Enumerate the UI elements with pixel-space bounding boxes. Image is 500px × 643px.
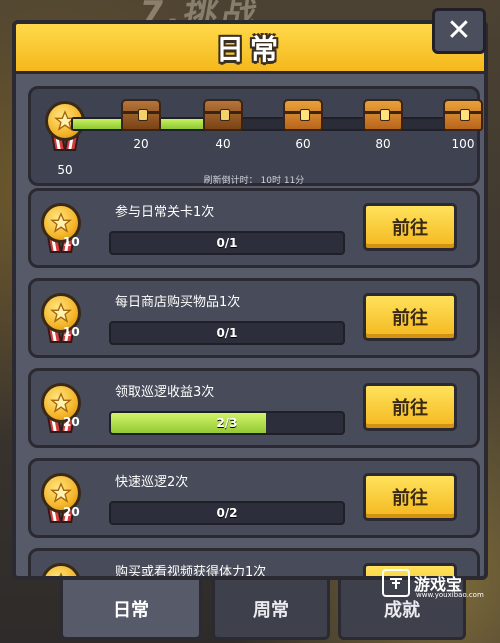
task-progress-bar: 0/1 [109, 321, 345, 345]
task-name: 购买或看视频获得体力1次 [115, 565, 267, 580]
go-button-label: 前往 [392, 218, 428, 239]
task-progress-bar: 2/3 [109, 411, 345, 435]
task-progress-text: 0/1 [216, 236, 238, 250]
go-button-label: 前往 [392, 308, 428, 329]
watermark: 游戏宝 www.youxibao.com [382, 566, 498, 600]
task-row: 10 参与日常关卡1次 0/1 前往 [28, 188, 480, 268]
chest-icon [363, 99, 403, 131]
activity-progress-panel: 50 20 40 60 80 100 刷新倒计时： 10时 11分 [28, 86, 483, 186]
tab-weekly[interactable]: 周常 [212, 580, 330, 640]
task-name: 参与日常关卡1次 [115, 205, 215, 220]
refresh-countdown: 刷新倒计时： 10时 11分 [203, 176, 305, 186]
chest-icon [283, 99, 323, 131]
milestone-80[interactable]: 80 [361, 99, 405, 151]
chest-icon [203, 99, 243, 131]
milestone-60[interactable]: 60 [281, 99, 325, 151]
close-button[interactable]: ✕ [432, 8, 486, 54]
milestone-100[interactable]: 100 [441, 99, 484, 151]
daily-tasks-modal: 日常 50 20 40 60 80 100 刷新倒计时： 10时 11分 10 参与日常关… [12, 20, 488, 580]
milestone-label: 20 [133, 137, 149, 151]
milestone-label: 60 [295, 137, 311, 151]
title-bar: 日常 [16, 24, 484, 74]
go-button[interactable]: 前往 [363, 473, 457, 521]
task-row: 20 领取巡逻收益3次 2/3 前往 [28, 368, 480, 448]
task-points: 20 [63, 505, 80, 519]
go-button[interactable]: 前往 [363, 293, 457, 341]
watermark-logo-icon [382, 569, 410, 597]
milestone-40[interactable]: 40 [201, 99, 245, 151]
task-points: 10 [63, 325, 80, 339]
task-progress-bar: 0/2 [109, 501, 345, 525]
task-progress-bar: 0/1 [109, 231, 345, 255]
task-points: 10 [63, 235, 80, 249]
close-icon: ✕ [446, 13, 472, 48]
task-points: 20 [63, 415, 80, 429]
task-row: 20 快速巡逻2次 0/2 前往 [28, 458, 480, 538]
go-button-label: 前往 [392, 488, 428, 509]
go-button-label: 前往 [392, 398, 428, 419]
task-progress-text: 0/2 [216, 506, 238, 520]
task-name: 领取巡逻收益3次 [115, 385, 215, 400]
milestone-label: 100 [451, 137, 475, 151]
task-name: 每日商店购买物品1次 [115, 295, 241, 310]
task-progress-text: 0/1 [216, 326, 238, 340]
task-progress-text: 2/3 [216, 416, 238, 430]
tab-daily[interactable]: 日常 [60, 580, 202, 640]
milestone-20[interactable]: 20 [119, 99, 163, 151]
go-button[interactable]: 前往 [363, 203, 457, 251]
go-button[interactable]: 前往 [363, 383, 457, 431]
watermark-url: www.youxibao.com [416, 591, 484, 599]
task-row: 10 每日商店购买物品1次 0/1 前往 [28, 278, 480, 358]
task-name: 快速巡逻2次 [115, 475, 189, 490]
milestone-label: 80 [375, 137, 391, 151]
chest-icon [121, 99, 161, 131]
chest-icon [443, 99, 483, 131]
milestone-label: 40 [215, 137, 231, 151]
modal-title: 日常 [215, 32, 284, 66]
medal-icon [41, 563, 81, 576]
